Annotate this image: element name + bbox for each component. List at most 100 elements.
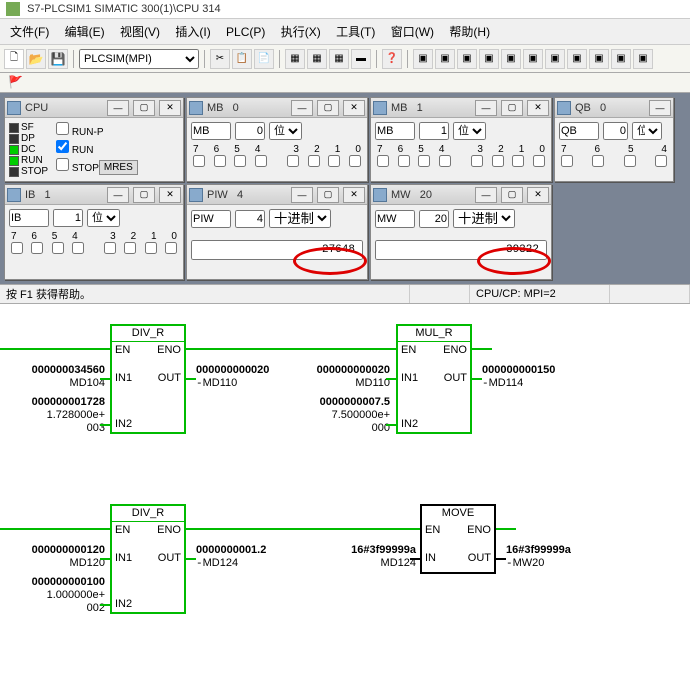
menu-insert[interactable]: 插入(I)	[169, 21, 216, 42]
bit0[interactable]	[165, 242, 177, 254]
piw4-type[interactable]	[191, 210, 231, 228]
mw20-value[interactable]	[375, 240, 547, 260]
tb-f[interactable]: ▣	[523, 49, 543, 69]
bit6[interactable]	[214, 155, 226, 167]
open-button[interactable]	[26, 49, 46, 69]
menu-help[interactable]: 帮助(H)	[443, 21, 496, 42]
stop-check[interactable]	[56, 158, 69, 171]
bit7[interactable]	[11, 242, 23, 254]
mw20-type[interactable]	[375, 210, 415, 228]
bit5[interactable]	[418, 155, 430, 167]
maximize-button[interactable]: ▢	[317, 100, 339, 116]
close-button[interactable]: ✕	[343, 187, 365, 203]
tb-2[interactable]: ▦	[307, 49, 327, 69]
bit1[interactable]	[512, 155, 524, 167]
bit3[interactable]	[104, 242, 116, 254]
tb-1[interactable]: ▦	[285, 49, 305, 69]
tb-d[interactable]: ▣	[479, 49, 499, 69]
run-check[interactable]	[56, 140, 69, 153]
minimize-button[interactable]: —	[475, 100, 497, 116]
mw20-addr[interactable]	[419, 210, 449, 228]
close-button[interactable]: ✕	[343, 100, 365, 116]
runp-check[interactable]	[56, 122, 69, 135]
piw4-addr[interactable]	[235, 210, 265, 228]
cut-button[interactable]: ✂	[210, 49, 230, 69]
close-button[interactable]: ✕	[527, 100, 549, 116]
qb0-addr[interactable]	[603, 122, 628, 140]
mb1-addr[interactable]	[419, 122, 449, 140]
bit6[interactable]	[398, 155, 410, 167]
tb-4[interactable]: ▬	[351, 49, 371, 69]
close-button[interactable]: ✕	[159, 100, 181, 116]
minimize-button[interactable]: —	[107, 100, 129, 116]
mb1-format[interactable]: 位	[453, 122, 486, 140]
bit5[interactable]	[234, 155, 246, 167]
maximize-button[interactable]: ▢	[501, 100, 523, 116]
mb0-addr[interactable]	[235, 122, 265, 140]
bit5[interactable]	[52, 242, 64, 254]
qb0-type[interactable]	[559, 122, 599, 140]
minimize-button[interactable]: —	[649, 100, 671, 116]
piw4-value[interactable]	[191, 240, 363, 260]
minimize-button[interactable]: —	[107, 187, 129, 203]
mb0-format[interactable]: 位	[269, 122, 302, 140]
bit6[interactable]	[592, 155, 604, 167]
tb-a[interactable]: ▣	[413, 49, 433, 69]
bit7[interactable]	[561, 155, 573, 167]
copy-button[interactable]: 📋	[232, 49, 252, 69]
record-icon[interactable]: 🚩	[8, 75, 23, 89]
bit0[interactable]	[349, 155, 361, 167]
ib1-addr[interactable]	[53, 209, 83, 227]
tb-b[interactable]: ▣	[435, 49, 455, 69]
bit4[interactable]	[255, 155, 267, 167]
minimize-button[interactable]: —	[291, 100, 313, 116]
menu-view[interactable]: 视图(V)	[114, 21, 166, 42]
piw4-format[interactable]: 十进制	[269, 209, 331, 228]
menu-edit[interactable]: 编辑(E)	[59, 21, 111, 42]
new-button[interactable]: 🗋	[4, 49, 24, 69]
bit1[interactable]	[328, 155, 340, 167]
bit2[interactable]	[308, 155, 320, 167]
menu-tools[interactable]: 工具(T)	[330, 21, 381, 42]
bit2[interactable]	[492, 155, 504, 167]
tb-h[interactable]: ▣	[567, 49, 587, 69]
bit4[interactable]	[655, 155, 667, 167]
mb1-type[interactable]	[375, 122, 415, 140]
tb-i[interactable]: ▣	[589, 49, 609, 69]
bit0[interactable]	[533, 155, 545, 167]
tb-e[interactable]: ▣	[501, 49, 521, 69]
help-button[interactable]: ❓	[382, 49, 402, 69]
bit7[interactable]	[193, 155, 205, 167]
bit7[interactable]	[377, 155, 389, 167]
menu-plc[interactable]: PLC(P)	[220, 23, 271, 41]
bit4[interactable]	[72, 242, 84, 254]
menu-execute[interactable]: 执行(X)	[275, 21, 327, 42]
mres-button[interactable]: MRES	[99, 160, 138, 175]
maximize-button[interactable]: ▢	[133, 100, 155, 116]
qb0-format[interactable]: 位	[632, 122, 662, 140]
bit3[interactable]	[287, 155, 299, 167]
minimize-button[interactable]: —	[291, 187, 313, 203]
minimize-button[interactable]: —	[475, 187, 497, 203]
mw20-format[interactable]: 十进制	[453, 209, 515, 228]
close-button[interactable]: ✕	[159, 187, 181, 203]
bit4[interactable]	[439, 155, 451, 167]
bit6[interactable]	[31, 242, 43, 254]
close-button[interactable]: ✕	[527, 187, 549, 203]
tb-g[interactable]: ▣	[545, 49, 565, 69]
paste-button[interactable]: 📄	[254, 49, 274, 69]
maximize-button[interactable]: ▢	[501, 187, 523, 203]
mb0-type[interactable]	[191, 122, 231, 140]
menu-window[interactable]: 窗口(W)	[385, 21, 440, 42]
maximize-button[interactable]: ▢	[133, 187, 155, 203]
ib1-format[interactable]: 位	[87, 209, 120, 227]
tb-3[interactable]: ▦	[329, 49, 349, 69]
bit5[interactable]	[624, 155, 636, 167]
tb-j[interactable]: ▣	[611, 49, 631, 69]
save-button[interactable]	[48, 49, 68, 69]
bit3[interactable]	[471, 155, 483, 167]
maximize-button[interactable]: ▢	[317, 187, 339, 203]
tb-c[interactable]: ▣	[457, 49, 477, 69]
menu-file[interactable]: 文件(F)	[4, 21, 55, 42]
bit2[interactable]	[124, 242, 136, 254]
